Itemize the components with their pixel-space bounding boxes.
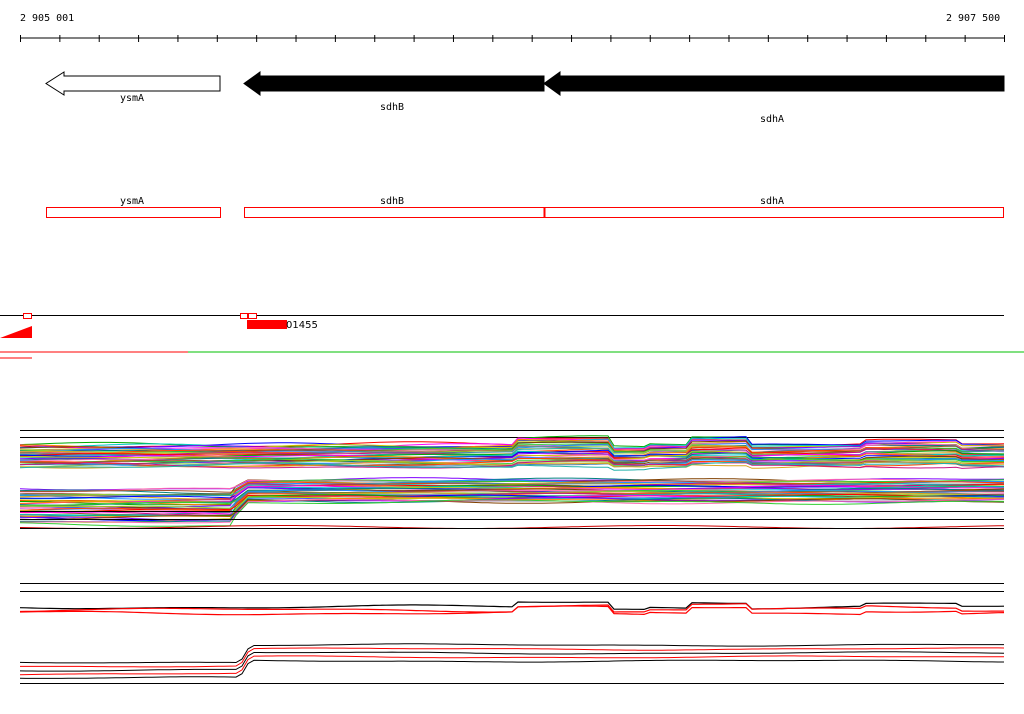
expression-profiles-track [19, 430, 1005, 529]
coverage-feature-block[interactable] [247, 320, 287, 329]
gene-track: ysmA sdhB sdhA [45, 71, 1005, 125]
gene-ysmA-label: ysmA [120, 93, 144, 104]
genome-browser: 2 905 001 2 907 500 ysmA sdhB sdhA ysmA … [0, 0, 1024, 714]
summary-line-upper [19, 603, 1004, 613]
coverage-tick-b [248, 313, 257, 319]
gene-ysmA-arrow[interactable] [45, 71, 221, 96]
annotation-ysmA-box[interactable] [46, 207, 221, 218]
coverage-tick-small [23, 313, 32, 319]
annotation-ysmA-label: ysmA [120, 196, 144, 207]
coverage-track: 01455 [0, 313, 1024, 359]
gene-sdhA-arrow[interactable] [543, 71, 1005, 96]
summary-profiles-track [19, 583, 1005, 684]
annotation-track: ysmA sdhB sdhA [46, 196, 1004, 218]
summary-lines [19, 601, 1005, 679]
coverage-tick-a [240, 313, 248, 319]
position-ruler [20, 35, 1005, 42]
annotation-sdhA[interactable]: sdhA [544, 196, 1004, 218]
annotation-sdhA-box[interactable] [544, 207, 1004, 218]
coverage-ramp [0, 326, 32, 338]
profile-lines [19, 435, 1005, 529]
annotation-sdhB[interactable]: sdhB [244, 196, 545, 218]
gene-ysmA[interactable]: ysmA [45, 71, 221, 104]
gene-sdhB-label: sdhB [380, 102, 404, 113]
annotation-sdhB-label: sdhB [380, 196, 404, 207]
gene-sdhB[interactable]: sdhB [243, 71, 545, 113]
annotation-ysmA[interactable]: ysmA [46, 196, 221, 218]
annotation-sdhA-label: sdhA [760, 196, 784, 207]
summary-line-lower [19, 651, 1005, 672]
coverage-feature-label: 01455 [286, 320, 318, 331]
gene-sdhB-arrow[interactable] [243, 71, 545, 96]
summary-line-lower [19, 655, 1004, 676]
gene-sdhA[interactable]: sdhA [543, 71, 1005, 125]
annotation-sdhB-box[interactable] [244, 207, 545, 218]
gene-sdhA-label: sdhA [760, 114, 784, 125]
browser-tracks: ysmA sdhB sdhA ysmA sdhB sdhA 01455 [0, 35, 1024, 684]
